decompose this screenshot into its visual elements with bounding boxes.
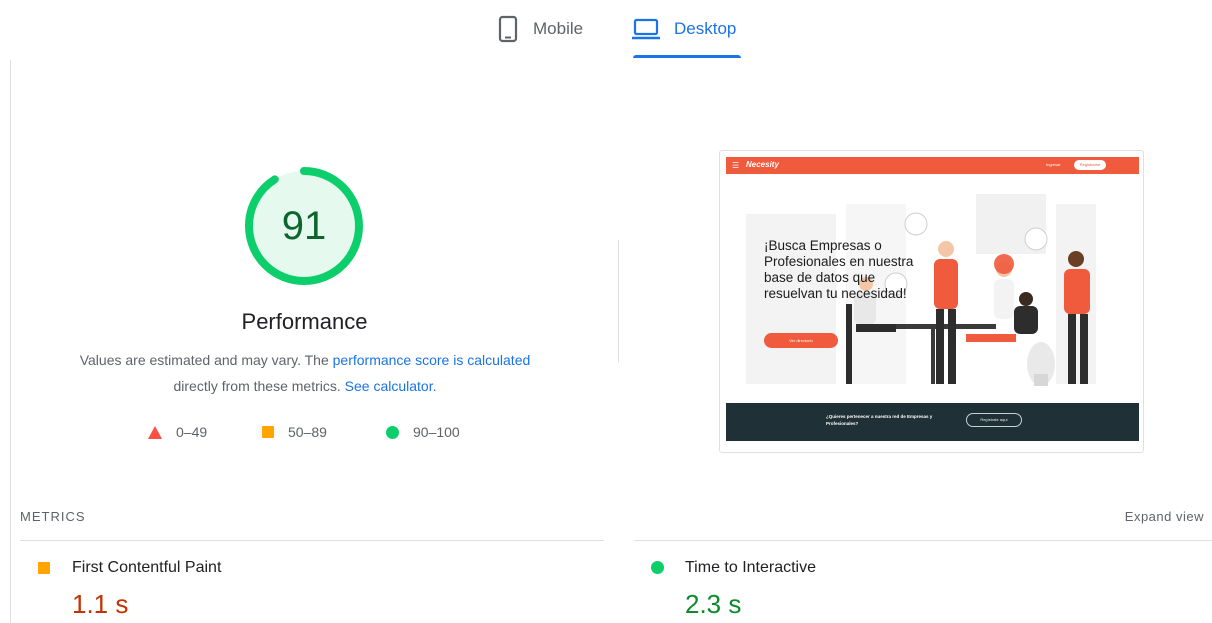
legend-item-fail: 0–49 xyxy=(148,424,207,440)
metrics-heading: METRICS xyxy=(20,509,86,524)
desc-middle: directly from these metrics. xyxy=(173,378,345,394)
expand-view-toggle[interactable]: Expand view xyxy=(1125,509,1204,524)
metric-label: Time to Interactive xyxy=(685,559,817,576)
active-tab-indicator xyxy=(633,55,741,58)
performance-description: Values are estimated and may vary. The p… xyxy=(40,347,570,399)
screenshot-page: ☰ Necesity Ingresar Registrarse ¡Busca E… xyxy=(726,157,1139,441)
screenshot-footer-text: ¿Quieres pertenecer a nuestra red de Emp… xyxy=(826,414,933,426)
screenshot-footer: ¿Quieres pertenecer a nuestra red de Emp… xyxy=(726,403,1139,441)
tab-desktop-label: Desktop xyxy=(674,19,737,38)
center-divider xyxy=(618,240,619,362)
left-divider xyxy=(10,60,11,623)
screenshot-login: Ingresar xyxy=(1046,162,1061,167)
screenshot-logo: Necesity xyxy=(746,160,779,169)
device-tabs: Mobile Desktop xyxy=(0,0,1212,60)
metric-label: First Contentful Paint xyxy=(72,559,222,576)
metrics-divider-right xyxy=(634,540,1212,541)
screenshot-heading: ¡Busca Empresas o Profesionales en nuest… xyxy=(764,238,914,301)
legend-item-pass: 90–100 xyxy=(386,424,460,440)
tab-mobile[interactable]: Mobile xyxy=(497,12,583,46)
legend-range-pass: 90–100 xyxy=(413,424,460,440)
screenshot-navbar: ☰ Necesity Ingresar Registrarse xyxy=(726,157,1139,174)
tab-desktop[interactable]: Desktop xyxy=(632,12,736,46)
smartphone-icon xyxy=(498,15,518,43)
screenshot-register: Registrarse xyxy=(1074,160,1106,170)
performance-score-link[interactable]: performance score is calculated xyxy=(333,352,531,368)
red-triangle-icon xyxy=(148,425,162,439)
green-circle-icon xyxy=(386,425,399,439)
metric-value: 2.3 s xyxy=(685,589,742,619)
page-screenshot: ☰ Necesity Ingresar Registrarse ¡Busca E… xyxy=(719,150,1144,453)
legend-range-average: 50–89 xyxy=(288,424,327,440)
desc-prefix: Values are estimated and may vary. The xyxy=(79,352,333,368)
metrics-divider-left xyxy=(20,540,604,541)
performance-score: 91 xyxy=(281,204,327,248)
screenshot-cta-button: Ver directorio xyxy=(764,333,838,348)
screenshot-footer-button: Regístrate aquí xyxy=(966,413,1022,427)
green-circle-icon xyxy=(651,561,664,574)
legend-item-average: 50–89 xyxy=(262,424,327,440)
see-calculator-link[interactable]: See calculator. xyxy=(345,378,437,394)
laptop-icon xyxy=(632,18,660,40)
legend-range-fail: 0–49 xyxy=(176,424,208,440)
hamburger-icon: ☰ xyxy=(732,161,740,170)
orange-square-icon xyxy=(38,562,50,574)
orange-square-icon xyxy=(262,426,274,438)
metric-value: 1.1 s xyxy=(72,589,129,619)
performance-title: Performance xyxy=(241,309,368,334)
tab-mobile-label: Mobile xyxy=(533,19,584,38)
